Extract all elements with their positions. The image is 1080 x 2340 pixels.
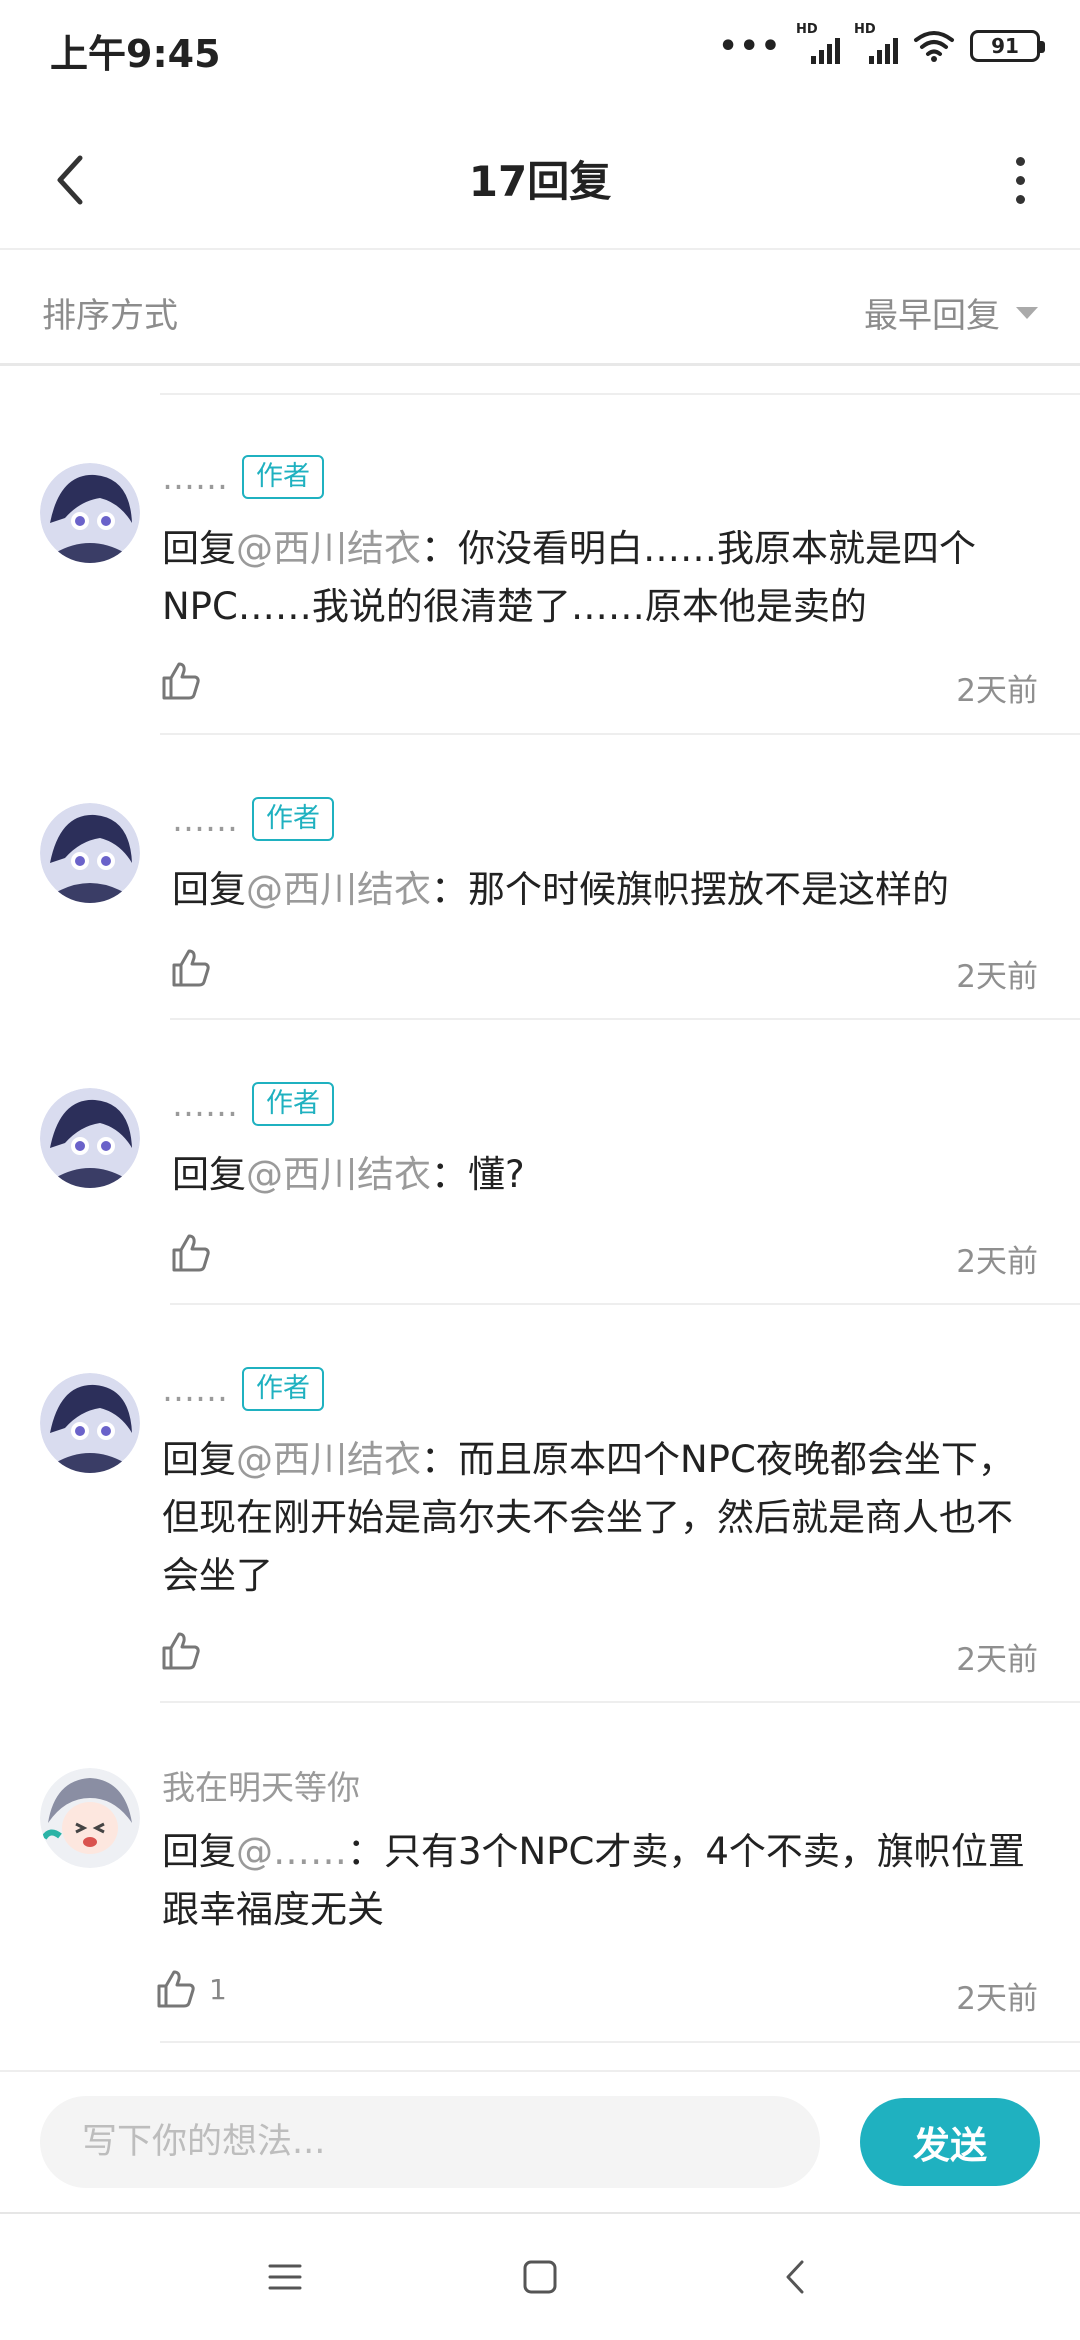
like-count: 1 xyxy=(209,1972,227,2006)
reply-prefix: 回复 xyxy=(172,868,246,911)
avatar-image xyxy=(40,1373,140,1473)
mention-link[interactable]: @西川结衣 xyxy=(236,527,421,570)
thumbs-up-icon xyxy=(162,1632,200,1670)
nav-menu-button[interactable] xyxy=(255,2247,315,2307)
avatar-image xyxy=(40,803,140,903)
sort-row: 排序方式 最早回复 xyxy=(0,250,1080,366)
author-badge: 作者 xyxy=(242,1367,324,1411)
comment-meta: …… 作者 xyxy=(172,1082,334,1126)
comment-item: 我在明天等你 回复@……：只有3个NPC才卖，4个不卖，旗帜位置跟幸福度无关 1… xyxy=(0,1703,1080,2043)
comment-time: 2天前 xyxy=(956,1642,1038,1678)
author-badge: 作者 xyxy=(252,1082,334,1126)
avatar[interactable] xyxy=(40,1768,140,1868)
comment-time: 2天前 xyxy=(956,1244,1038,1280)
like-button[interactable]: 1 xyxy=(155,1968,227,2010)
comment-composer: 发送 xyxy=(0,2070,1080,2212)
send-button[interactable]: 发送 xyxy=(860,2098,1040,2186)
comment-meta: …… 作者 xyxy=(162,455,324,499)
network-hd-label-2: HD xyxy=(854,22,876,37)
avatar[interactable] xyxy=(40,803,140,903)
nav-home-button[interactable] xyxy=(510,2247,570,2307)
comment-time: 2天前 xyxy=(956,959,1038,995)
signal-hd-icon: HD xyxy=(796,22,840,64)
sort-label: 排序方式 xyxy=(42,296,178,336)
avatar-image xyxy=(40,1088,140,1188)
mention-link[interactable]: @…… xyxy=(236,1830,347,1873)
network-hd-label: HD xyxy=(796,22,818,37)
sort-dropdown[interactable]: 最早回复 xyxy=(864,288,1038,337)
nav-back-button[interactable] xyxy=(765,2247,825,2307)
like-button[interactable] xyxy=(170,1232,224,1274)
comment-text[interactable]: 回复@……：只有3个NPC才卖，4个不卖，旗帜位置跟幸福度无关 xyxy=(162,1823,1040,1939)
author-badge: 作者 xyxy=(252,797,334,841)
page-title: 17回复 xyxy=(468,157,612,206)
battery-level: 91 xyxy=(991,34,1019,58)
comment-body: ：懂? xyxy=(431,1153,525,1196)
comment-item: …… 作者 回复@西川结衣：懂? 2天前 xyxy=(0,1020,1080,1305)
more-options-button[interactable] xyxy=(990,145,1050,215)
mention-link[interactable]: @西川结衣 xyxy=(246,868,431,911)
comment-meta: …… 作者 xyxy=(172,797,334,841)
username[interactable]: 我在明天等你 xyxy=(162,1761,360,1809)
thumbs-up-icon xyxy=(172,949,210,987)
caret-down-icon xyxy=(1016,306,1038,319)
avatar-image xyxy=(40,463,140,563)
reply-prefix: 回复 xyxy=(172,1153,246,1196)
reply-prefix: 回复 xyxy=(162,1438,236,1481)
chevron-back-icon xyxy=(786,2260,804,2294)
reply-prefix: 回复 xyxy=(162,527,236,570)
username[interactable]: …… xyxy=(172,1085,238,1124)
like-button[interactable] xyxy=(160,1630,214,1672)
square-home-icon xyxy=(523,2260,557,2294)
username[interactable]: …… xyxy=(162,1370,228,1409)
like-button[interactable] xyxy=(170,947,224,989)
header: 17回复 xyxy=(0,110,1080,250)
author-badge: 作者 xyxy=(242,455,324,499)
more-vertical-icon xyxy=(1015,156,1025,166)
comment-text[interactable]: 回复@西川结衣：你没看明白……我原本就是四个NPC……我说的很清楚了……原本他是… xyxy=(162,520,1040,636)
comment-item: …… 作者 回复@西川结衣：那个时候旗帜摆放不是这样的 2天前 xyxy=(0,735,1080,1020)
status-bar: 上午9:45 ••• HD HD 91 xyxy=(0,0,1080,100)
comment-meta: …… 作者 xyxy=(162,1367,324,1411)
menu-icon xyxy=(268,2264,302,2290)
comment-body: ：那个时候旗帜摆放不是这样的 xyxy=(431,868,949,911)
avatar-image xyxy=(40,1768,140,1868)
battery-icon: 91 xyxy=(970,30,1045,62)
wifi-icon xyxy=(914,31,954,62)
mention-link[interactable]: @西川结衣 xyxy=(246,1153,431,1196)
username[interactable]: …… xyxy=(172,800,238,839)
comment-time: 2天前 xyxy=(956,1981,1038,2017)
username[interactable]: …… xyxy=(162,458,228,497)
comment-text[interactable]: 回复@西川结衣：懂? xyxy=(172,1146,1040,1204)
comment-meta: 我在明天等你 xyxy=(162,1761,360,1809)
divider xyxy=(160,2041,1080,2043)
status-icons: ••• HD HD 91 xyxy=(718,22,1045,64)
comment-time: 2天前 xyxy=(956,673,1038,709)
thumbs-up-icon xyxy=(162,662,200,700)
comment-item: …… 作者 回复@西川结衣：而且原本四个NPC夜晚都会坐下，但现在刚开始是高尔夫… xyxy=(0,1305,1080,1703)
mention-link[interactable]: @西川结衣 xyxy=(236,1438,421,1481)
status-time: 上午9:45 xyxy=(50,31,221,76)
thumbs-up-icon xyxy=(157,1970,195,2008)
sort-value: 最早回复 xyxy=(864,296,1000,336)
comment-text[interactable]: 回复@西川结衣：而且原本四个NPC夜晚都会坐下，但现在刚开始是高尔夫不会坐了，然… xyxy=(162,1431,1040,1605)
avatar[interactable] xyxy=(40,1373,140,1473)
comment-item: …… 作者 回复@西川结衣：你没看明白……我原本就是四个NPC……我说的很清楚了… xyxy=(0,395,1080,735)
avatar[interactable] xyxy=(40,1088,140,1188)
signal-hd-icon-2: HD xyxy=(854,22,898,64)
thumbs-up-icon xyxy=(172,1234,210,1272)
like-button[interactable] xyxy=(160,660,214,702)
avatar[interactable] xyxy=(40,463,140,563)
reply-prefix: 回复 xyxy=(162,1830,236,1873)
system-nav-bar xyxy=(0,2212,1080,2340)
comment-text[interactable]: 回复@西川结衣：那个时候旗帜摆放不是这样的 xyxy=(172,861,1040,919)
comment-input[interactable] xyxy=(40,2096,820,2188)
notification-dots-icon: ••• xyxy=(718,28,782,64)
